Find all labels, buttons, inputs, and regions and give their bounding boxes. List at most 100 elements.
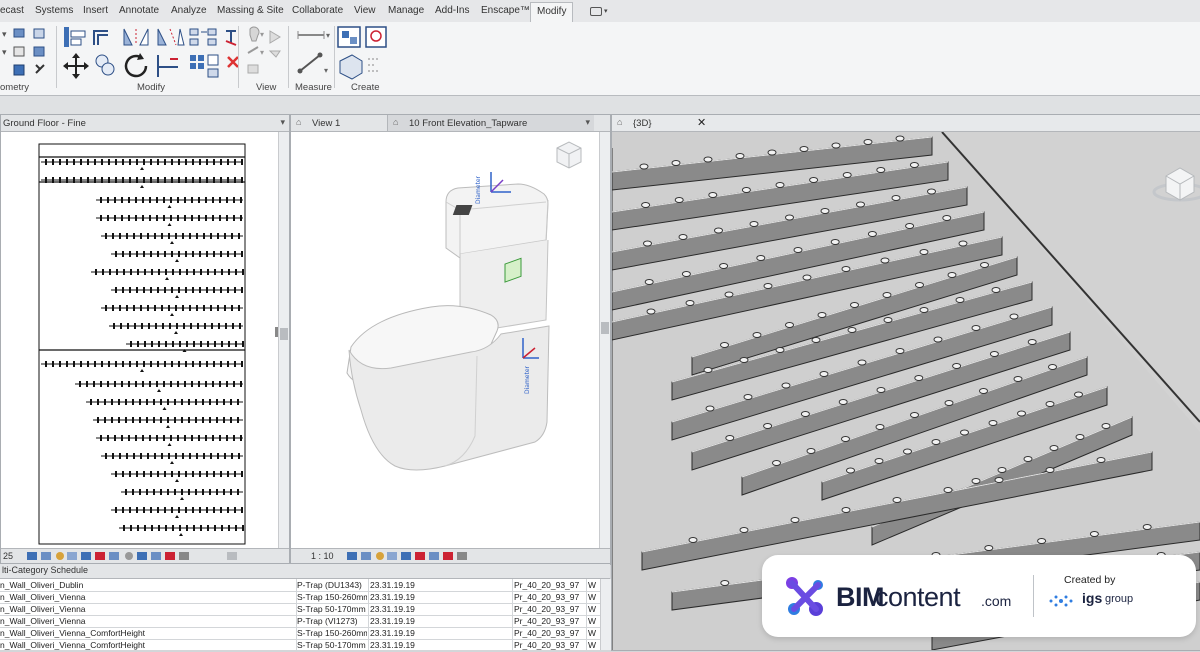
group-label-geometry: ometry	[0, 82, 30, 93]
pin-icon	[225, 30, 237, 46]
view-title[interactable]: {3D}	[633, 118, 652, 129]
svg-text:▾: ▾	[260, 48, 264, 57]
table-cell: S-Trap 50-170mm (	[297, 604, 367, 614]
align-icon	[64, 27, 86, 47]
ribbon-separator	[288, 26, 289, 88]
view-header: ⌂ {3D} ✕	[612, 115, 1200, 132]
rotate-icon	[124, 53, 148, 78]
split-icon	[189, 28, 217, 46]
create-group-icon[interactable]	[336, 25, 392, 81]
table-cell: Pr_40_20_93_97	[514, 628, 580, 638]
brand-content: content	[875, 582, 961, 612]
tab-massing-site[interactable]: Massing & Site	[217, 5, 284, 16]
table-cell: P-Trap (DU1343)	[297, 580, 362, 590]
table-cell: Pr_40_20_93_97	[514, 616, 580, 626]
modify-tools-icon[interactable]	[62, 25, 248, 81]
view-pane-floor-plan[interactable]: Ground Floor - Fine ▾ 25	[0, 114, 290, 565]
tab-elevation[interactable]: ⌂ 10 Front Elevation_Tapware ▾	[387, 115, 594, 131]
copy-icon	[95, 54, 115, 76]
contextual-dropdown-icon[interactable]	[590, 7, 602, 16]
view-control-bar: 25	[1, 548, 289, 564]
dropdown-icon[interactable]: ▾	[585, 117, 590, 128]
view-cube-icon	[556, 141, 582, 169]
close-icon[interactable]: ✕	[697, 116, 706, 129]
ribbon-separator	[238, 26, 239, 88]
table-cell: Pr_40_20_93_97	[514, 604, 580, 614]
table-cell: Pr_40_20_93_97	[514, 592, 580, 602]
view-title: Ground Floor - Fine	[3, 118, 86, 129]
igs-logo-icon	[1049, 595, 1073, 607]
group-label-create: Create	[351, 82, 380, 93]
move-icon	[63, 53, 89, 79]
vertical-scrollbar[interactable]	[599, 132, 610, 548]
tab-systems[interactable]: Systems	[35, 5, 73, 16]
view-control-bar: 1 : 10	[291, 548, 610, 564]
table-cell: 23.31.19.19	[370, 616, 415, 626]
bimcontent-logo-icon	[786, 577, 823, 616]
chevron-down-icon[interactable]: ▾	[604, 7, 608, 15]
svg-text:▾: ▾	[326, 31, 330, 40]
tab-add-ins[interactable]: Add-Ins	[435, 5, 469, 16]
table-cell: 23.31.19.19	[370, 604, 415, 614]
tab-analyze[interactable]: Analyze	[171, 5, 207, 16]
tab-annotate[interactable]: Annotate	[119, 5, 159, 16]
table-cell: S-Trap 150-260mm	[297, 592, 367, 602]
tab-enscape[interactable]: Enscape™	[481, 5, 530, 16]
table-cell: W	[588, 592, 597, 602]
table-cell: Pr_40_20_93_97	[514, 580, 580, 590]
table-cell: S-Trap 150-260mm	[297, 628, 367, 638]
schedule-title: lti-Category Schedule	[2, 565, 89, 575]
logo-divider	[1033, 575, 1034, 617]
3d-view-icon: ⌂	[296, 117, 302, 127]
vertical-scrollbar[interactable]	[600, 579, 611, 650]
view-header: Ground Floor - Fine ▾	[1, 115, 289, 132]
tab-modify[interactable]: Modify	[530, 2, 574, 22]
tab-manage[interactable]: Manage	[388, 5, 424, 16]
group-label-measure: Measure	[295, 82, 332, 93]
trim-icon	[157, 55, 178, 77]
ribbon-divider	[0, 96, 1200, 114]
bimcontent-logo-card: BIM content .com Created by igs group	[762, 555, 1196, 637]
group-label-view: View	[256, 82, 277, 93]
dimension-label-top: Diameter	[475, 175, 482, 204]
table-cell: W	[588, 628, 597, 638]
multi-category-schedule: lti-Category Schedule n_Wall_Oliveri_Dub…	[0, 563, 611, 652]
3d-view-icon: ⌂	[617, 117, 623, 127]
vertical-scrollbar[interactable]	[278, 132, 289, 548]
tab-collaborate[interactable]: Collaborate	[292, 5, 343, 16]
dropdown-icon[interactable]: ▾	[280, 117, 285, 128]
toilet-model: Diameter Diameter	[346, 141, 582, 471]
mirror-icon	[123, 28, 149, 46]
view-scale[interactable]: 25	[3, 551, 13, 561]
ribbon-tab-bar: ecast Systems Insert Annotate Analyze Ma…	[0, 0, 1200, 23]
table-cell: W	[588, 580, 597, 590]
tab-precast[interactable]: ecast	[0, 5, 24, 16]
geometry-tools-icon[interactable]: ▾ ▾	[0, 25, 52, 81]
mirror-draw-icon	[157, 28, 185, 46]
table-cell: W	[588, 616, 597, 626]
table-cell: W	[588, 604, 597, 614]
dimension-label-side: Diameter	[524, 365, 531, 394]
created-by-label: Created by	[1064, 574, 1116, 586]
elevation-icon: ⌂	[393, 117, 399, 127]
ribbon-separator	[334, 26, 335, 88]
measure-icon[interactable]: ▾ ▾	[294, 25, 334, 81]
view-pane-3d-object[interactable]: ⌂ View 1 ⌂ 10 Front Elevation_Tapware ▾ …	[290, 114, 611, 565]
table-row[interactable]: n_Wall_Oliveri_Vienna_ComfortHeight S-Tra…	[0, 639, 600, 652]
company-name: igs	[1082, 590, 1103, 606]
view-tools-icon[interactable]: ▾ ▾	[244, 25, 288, 81]
ribbon-separator	[56, 26, 57, 88]
view-scale[interactable]: 1 : 10	[311, 551, 334, 561]
tab-insert[interactable]: Insert	[83, 5, 108, 16]
table-cell: 23.31.19.19	[370, 592, 415, 602]
brand-domain: .com	[981, 593, 1012, 609]
table-cell: n_Wall_Oliveri_Vienna_ComfortHeight	[0, 628, 146, 638]
view-control-icons[interactable]	[27, 551, 197, 562]
svg-text:▾: ▾	[324, 66, 328, 75]
view-header: ⌂ View 1 ⌂ 10 Front Elevation_Tapware ▾	[291, 115, 610, 132]
table-cell: n_Wall_Oliveri_Dublin	[0, 580, 84, 590]
delete-icon	[227, 56, 239, 68]
view-control-icons[interactable]	[347, 551, 467, 562]
view-title[interactable]: View 1	[312, 118, 340, 129]
tab-view[interactable]: View	[354, 5, 376, 16]
